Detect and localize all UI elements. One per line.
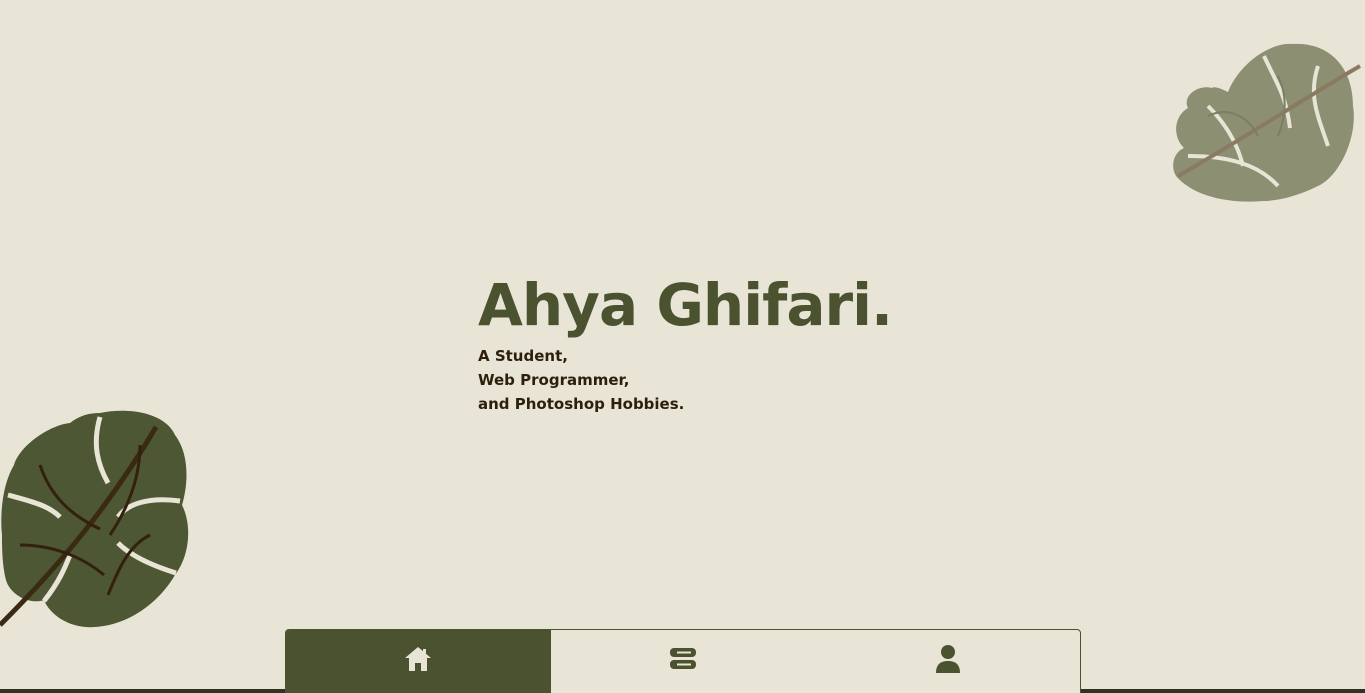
user-icon <box>935 645 960 673</box>
bottom-navigation <box>285 629 1081 693</box>
hero-subtitle: A Student, Web Programmer, and Photoshop… <box>478 344 892 416</box>
monstera-leaf-top-decoration <box>1173 43 1361 202</box>
server-icon <box>670 648 696 669</box>
nav-item-projects[interactable] <box>551 630 816 693</box>
landing-page: Ahya Ghifari. A Student, Web Programmer,… <box>0 0 1365 693</box>
hero-subtitle-line-3: and Photoshop Hobbies. <box>478 395 685 413</box>
home-icon <box>405 647 432 671</box>
hero-name-heading: Ahya Ghifari. <box>478 271 893 339</box>
hero-subtitle-line-2: Web Programmer, <box>478 371 630 389</box>
nav-item-profile[interactable] <box>815 630 1080 693</box>
hero-section: Ahya Ghifari. A Student, Web Programmer,… <box>478 271 893 416</box>
hero-subtitle-line-1: A Student, <box>478 347 568 365</box>
monstera-leaf-bottom-decoration <box>0 410 189 628</box>
nav-item-home[interactable] <box>286 630 551 693</box>
